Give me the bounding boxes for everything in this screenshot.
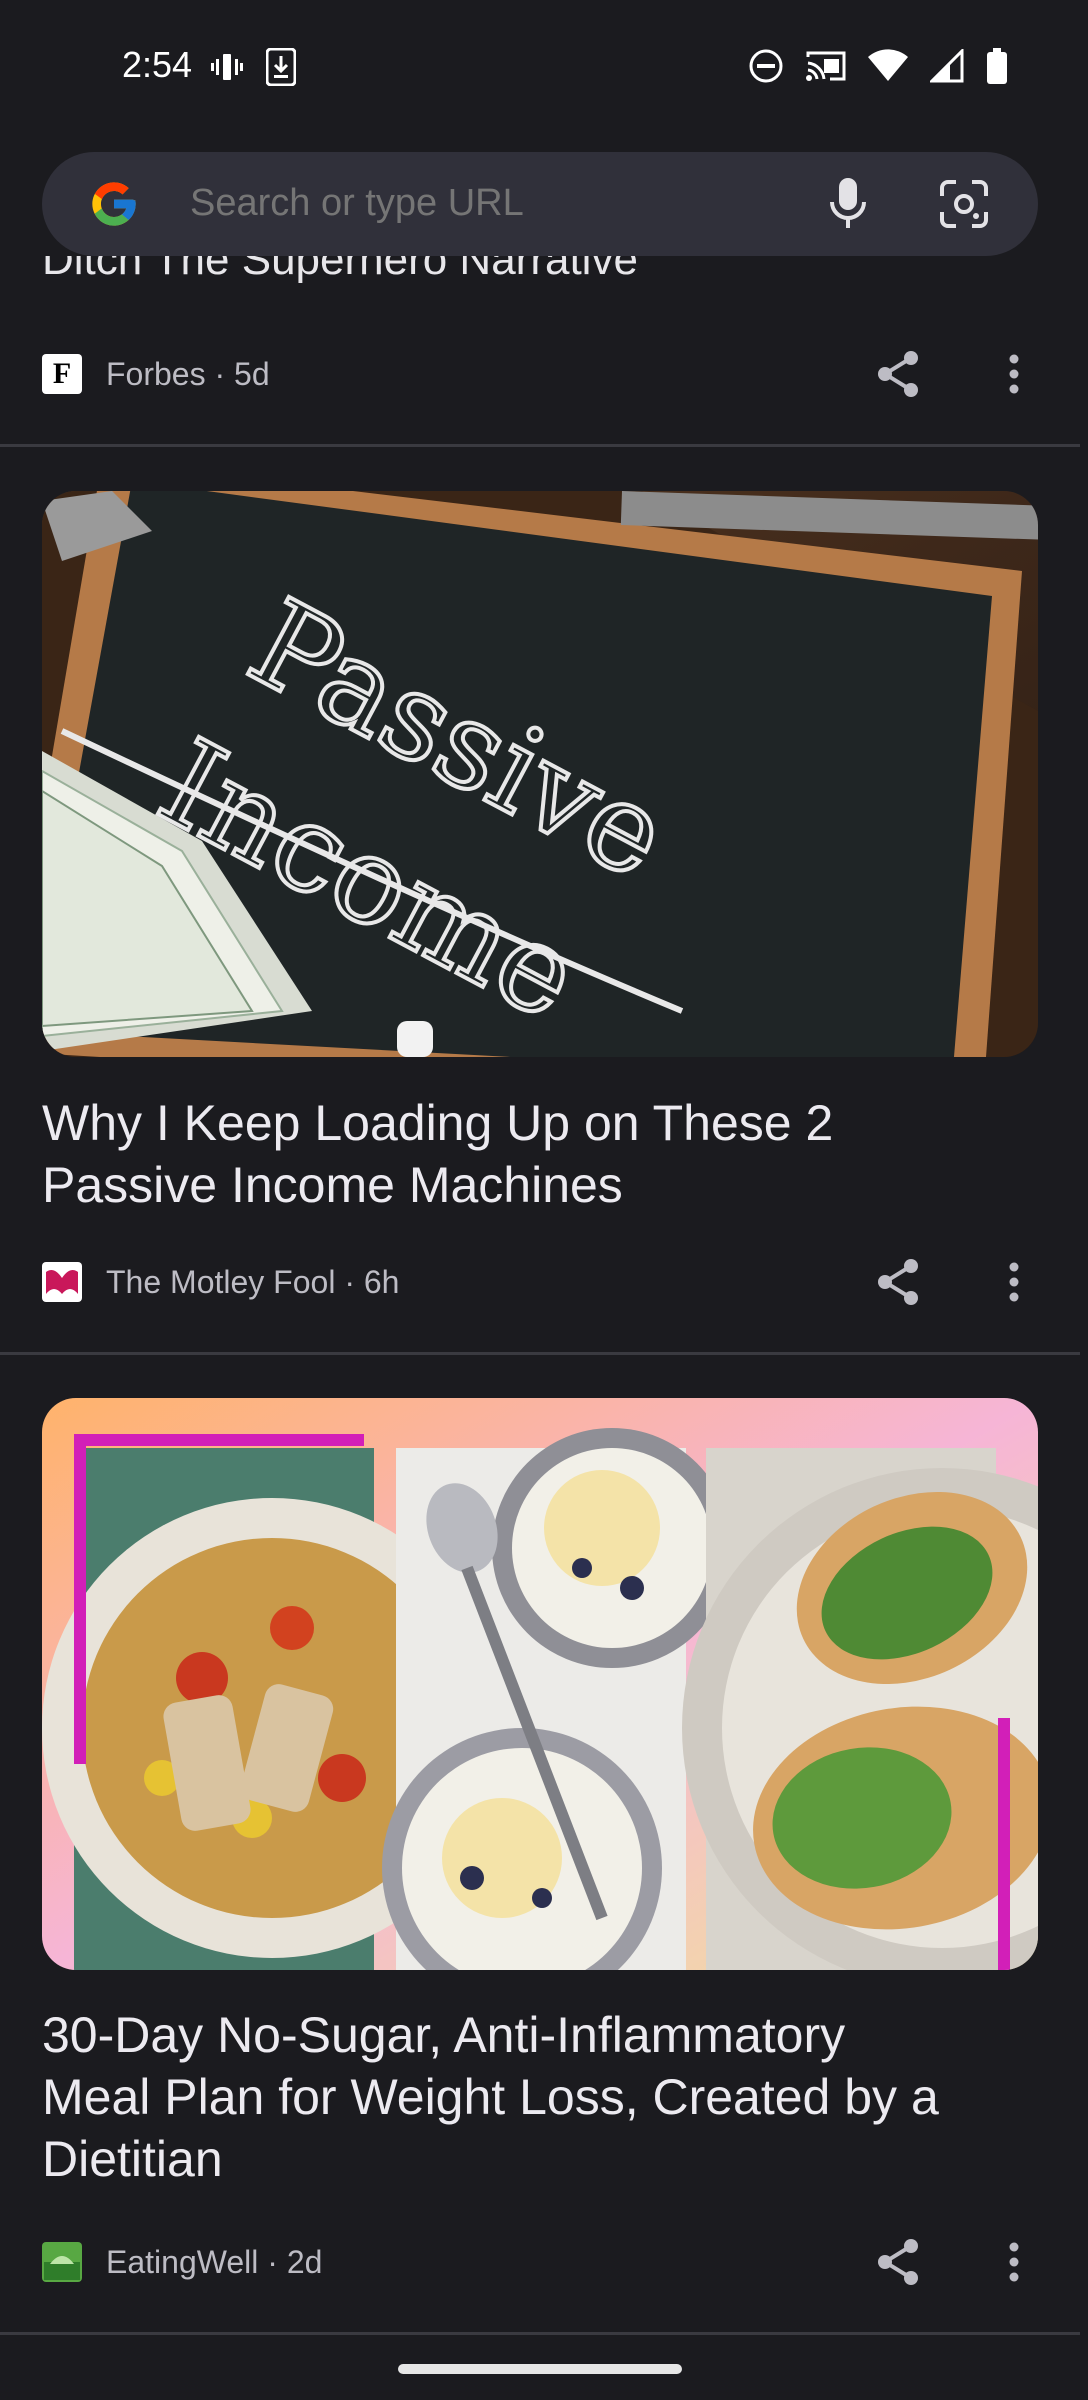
- wifi-icon: [868, 49, 908, 88]
- source-and-age: Forbes · 5d: [106, 355, 270, 392]
- status-bar: 2:54: [0, 0, 1088, 134]
- share-icon[interactable]: [876, 2238, 920, 2291]
- google-logo: [88, 178, 140, 230]
- more-vert-icon[interactable]: [1008, 354, 1020, 399]
- battery-icon: [986, 48, 1008, 89]
- cast-icon: [806, 49, 846, 88]
- omnibox[interactable]: [42, 152, 1038, 256]
- card-divider: [0, 1352, 1080, 1355]
- source-and-age: The Motley Fool · 6h: [106, 1263, 400, 1300]
- article-image[interactable]: Passive Income: [42, 491, 1038, 1057]
- more-vert-icon[interactable]: [1008, 2242, 1020, 2287]
- article-meta: The Motley Fool · 6h: [42, 1262, 399, 1302]
- article-image[interactable]: [42, 1398, 1038, 1970]
- card-divider: [0, 2332, 1080, 2335]
- search-input[interactable]: [190, 182, 810, 225]
- signal-icon: [928, 47, 964, 88]
- status-time: 2:54: [122, 44, 193, 85]
- article-title[interactable]: 30-Day No-Sugar, Anti-Inflammatory Meal …: [42, 2004, 1038, 2190]
- article-title[interactable]: Ditch The Superhero Narrative: [42, 256, 638, 282]
- eatingwell-favicon: [42, 2242, 82, 2282]
- lens-icon[interactable]: [938, 178, 990, 235]
- discover-feed: Ditch The Superhero Narrative F Forbes ·…: [0, 256, 1088, 2356]
- card-divider: [0, 444, 1080, 447]
- home-indicator[interactable]: [398, 2364, 682, 2374]
- vibrate-icon: [210, 50, 244, 89]
- mic-icon[interactable]: [828, 176, 868, 237]
- article-meta: F Forbes · 5d: [42, 354, 270, 394]
- motley-fool-favicon: [42, 1262, 82, 1302]
- download-icon: [265, 47, 297, 91]
- forbes-favicon: F: [42, 354, 82, 394]
- more-vert-icon[interactable]: [1008, 1262, 1020, 1307]
- article-title[interactable]: Why I Keep Loading Up on These 2 Passive…: [42, 1092, 1038, 1216]
- share-icon[interactable]: [876, 350, 920, 403]
- share-icon[interactable]: [876, 1258, 920, 1311]
- dnd-icon: [748, 48, 784, 89]
- article-meta: EatingWell · 2d: [42, 2242, 322, 2282]
- source-and-age: EatingWell · 2d: [106, 2243, 323, 2280]
